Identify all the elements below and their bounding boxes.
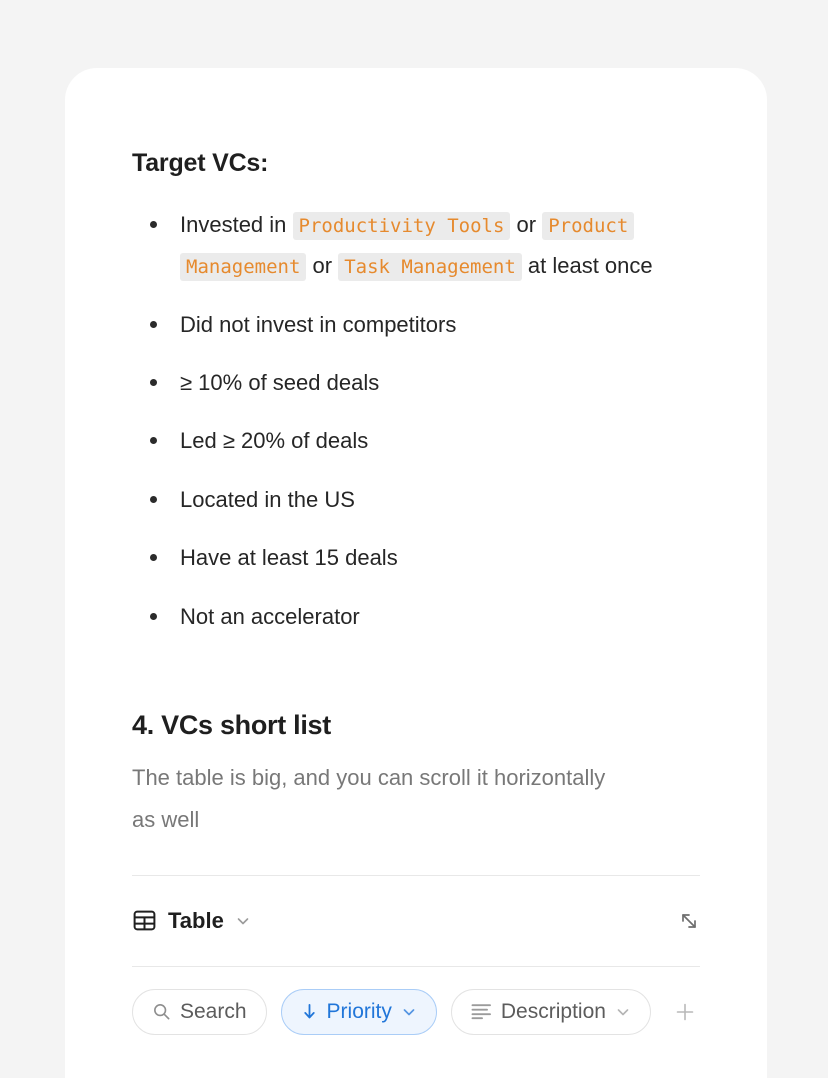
criteria-text: at least once	[521, 253, 653, 279]
search-icon	[152, 1002, 171, 1021]
criteria-text: Did not invest in competitors	[180, 311, 457, 337]
table-view-bar: Table	[65, 876, 767, 966]
target-vcs-heading: Target VCs:	[132, 149, 269, 177]
criteria-text: Have at least 15 deals	[180, 545, 398, 571]
criteria-item: ≥ 10% of seed deals	[132, 362, 700, 403]
criteria-item: Not an accelerator	[132, 596, 700, 637]
sort-priority-label: Priority	[326, 999, 392, 1023]
criteria-text: Located in the US	[180, 486, 355, 512]
expand-diagonal-icon	[678, 910, 700, 932]
target-vcs-criteria-list: Invested in Productivity Tools or Produc…	[132, 204, 700, 637]
code-chip: Productivity Tools	[292, 212, 511, 240]
criteria-text: Not an accelerator	[180, 603, 360, 629]
field-description-label: Description	[500, 999, 606, 1023]
search-label: Search	[180, 999, 247, 1023]
criteria-item: Did not invest in competitors	[132, 304, 700, 345]
table-view-name: Table	[168, 907, 224, 933]
field-description-pill[interactable]: Description	[450, 988, 651, 1035]
table-view-selector[interactable]: Table	[132, 908, 251, 934]
table-filter-bar: Search Priority Description	[65, 967, 767, 1035]
criteria-text: Led ≥ 20% of deals	[180, 428, 369, 454]
code-chip: Task Management	[338, 253, 522, 282]
document-body: Target VCs: Invested in Productivity Too…	[65, 68, 767, 841]
chevron-down-icon	[235, 913, 251, 929]
chevron-down-icon	[401, 1004, 417, 1020]
expand-table-button[interactable]	[678, 910, 700, 932]
sort-priority-pill[interactable]: Priority	[280, 988, 437, 1035]
arrow-down-icon	[301, 1002, 318, 1021]
plus-icon	[673, 1000, 697, 1024]
criteria-item: Invested in Productivity Tools or Produc…	[132, 204, 700, 287]
shortlist-description: The table is big, and you can scroll it …	[132, 765, 606, 833]
search-input[interactable]: Search	[132, 988, 267, 1035]
criteria-item: Located in the US	[132, 479, 700, 520]
table-grid-icon	[132, 908, 157, 933]
criteria-text: or	[510, 212, 543, 237]
add-filter-button[interactable]	[671, 997, 700, 1027]
chevron-down-icon	[615, 1004, 631, 1020]
criteria-item: Have at least 15 deals	[132, 537, 700, 578]
shortlist-heading: 4. VCs short list	[132, 709, 331, 740]
criteria-text: ≥ 10% of seed deals	[180, 370, 380, 396]
text-lines-icon	[471, 1003, 492, 1020]
criteria-text: Invested in	[180, 212, 293, 237]
criteria-item: Led ≥ 20% of deals	[132, 420, 700, 461]
document-card: Target VCs: Invested in Productivity Too…	[65, 68, 767, 1078]
criteria-text: or	[306, 253, 339, 279]
